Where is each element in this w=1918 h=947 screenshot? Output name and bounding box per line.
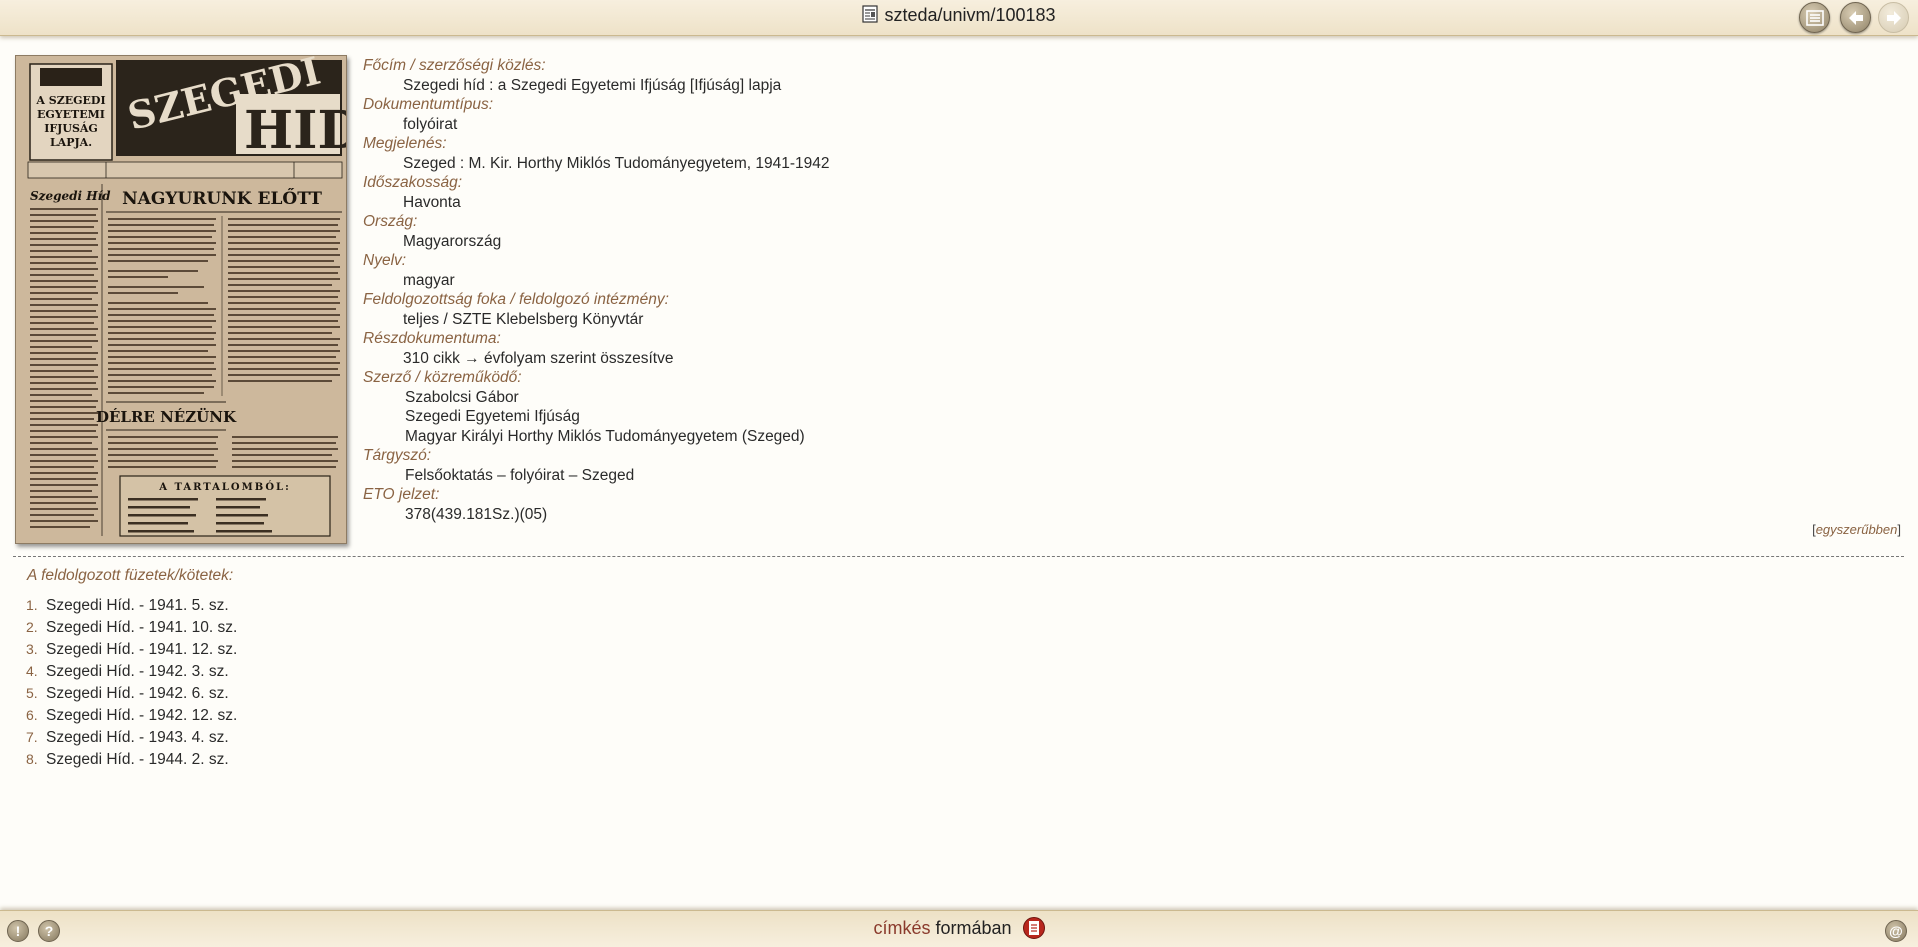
field-value: Szegedi híd : a Szegedi Egyetemi Ifjúság… bbox=[403, 76, 782, 94]
list-item-number: 2. bbox=[26, 619, 38, 635]
column-head: Szegedi Híd bbox=[30, 189, 111, 203]
email-button[interactable]: @ bbox=[1885, 920, 1907, 942]
pdf-icon[interactable] bbox=[1022, 917, 1045, 939]
field-label: Szerző / közreműködő: bbox=[363, 369, 522, 386]
masthead-left-line: EGYETEMI bbox=[37, 108, 105, 121]
field-label: Dokumentumtípus: bbox=[363, 96, 494, 113]
list-item-label[interactable]: Szegedi Híd. - 1941. 5. sz. bbox=[46, 597, 229, 614]
list-item-label[interactable]: Szegedi Híd. - 1941. 12. sz. bbox=[46, 641, 237, 658]
field-value: Felsőoktatás – folyóirat – Szeged bbox=[405, 466, 635, 484]
back-button[interactable] bbox=[1840, 2, 1871, 33]
email-icon: @ bbox=[1889, 923, 1903, 939]
list-item-number: 8. bbox=[26, 751, 38, 767]
format-label: formában bbox=[935, 918, 1012, 938]
record-details: Főcím / szerzőségi közlés: Szegedi híd : … bbox=[363, 56, 1163, 524]
field-label: Megjelenés: bbox=[363, 135, 447, 152]
record-id-title: szteda/univm/100183 bbox=[0, 5, 1918, 26]
section-divider bbox=[13, 556, 1904, 557]
list-item-label[interactable]: Szegedi Híd. - 1943. 4. sz. bbox=[46, 729, 229, 746]
masthead-left-line: A SZEGEDI bbox=[35, 94, 105, 107]
field-value: Szabolcsi Gábor bbox=[405, 388, 519, 406]
list-item[interactable]: 6. Szegedi Híd. - 1942. 12. sz. bbox=[26, 704, 237, 726]
field-value: Magyar Királyi Horthy Miklós Tudományegy… bbox=[405, 427, 805, 445]
field-label: Főcím / szerzőségi közlés: bbox=[363, 57, 546, 74]
list-item[interactable]: 7. Szegedi Híd. - 1943. 4. sz. bbox=[26, 726, 237, 748]
contents-head: A TARTALOMBÓL: bbox=[158, 481, 291, 493]
list-item-number: 3. bbox=[26, 641, 38, 657]
record-id: szteda/univm/100183 bbox=[884, 5, 1056, 25]
masthead-left-line: LAPJA. bbox=[50, 136, 92, 149]
cover-thumbnail[interactable]: A SZEGEDI EGYETEMI IFJUSÁG LAPJA. SZEGED… bbox=[15, 55, 347, 544]
masthead-title-2: HID bbox=[244, 100, 346, 161]
field-label: Időszakosság: bbox=[363, 174, 463, 191]
list-item[interactable]: 1. Szegedi Híd. - 1941. 5. sz. bbox=[26, 594, 237, 616]
field-value: Magyarország bbox=[403, 232, 502, 250]
bottom-bar: ! ? címkés formában @ bbox=[0, 910, 1918, 947]
list-item-number: 1. bbox=[26, 597, 38, 613]
format-labeled-link[interactable]: címkés bbox=[873, 918, 930, 938]
list-item-number: 5. bbox=[26, 685, 38, 701]
masthead-left-line: IFJUSÁG bbox=[44, 121, 98, 135]
list-item-label[interactable]: Szegedi Híd. - 1942. 12. sz. bbox=[46, 707, 237, 724]
field-value: folyóirat bbox=[403, 115, 458, 133]
list-item[interactable]: 4. Szegedi Híd. - 1942. 3. sz. bbox=[26, 660, 237, 682]
simpler-view: [egyszerűbben] bbox=[1812, 522, 1901, 537]
field-label: Nyelv: bbox=[363, 252, 407, 269]
format-switch: címkés formában bbox=[0, 917, 1918, 939]
field-value: magyar bbox=[403, 271, 455, 289]
volume-list: 1. Szegedi Híd. - 1941. 5. sz. 2. Szegedi H… bbox=[26, 594, 237, 770]
field-value: 310 cikk → évfolyam szerint összesítve bbox=[403, 349, 674, 367]
list-item-number: 7. bbox=[26, 729, 38, 745]
list-item-label[interactable]: Szegedi Híd. - 1941. 10. sz. bbox=[46, 619, 237, 636]
field-value: Szeged : M. Kir. Horthy Miklós Tudománye… bbox=[403, 154, 830, 172]
field-label: ETO jelzet: bbox=[363, 486, 440, 503]
field-label: Ország: bbox=[363, 213, 418, 230]
list-item[interactable]: 8. Szegedi Híd. - 1944. 2. sz. bbox=[26, 748, 237, 770]
volumes-title: A feldolgozott füzetek/kötetek: bbox=[27, 567, 234, 584]
list-item-label[interactable]: Szegedi Híd. - 1942. 6. sz. bbox=[46, 685, 229, 702]
list-item[interactable]: 2. Szegedi Híd. - 1941. 10. sz. bbox=[26, 616, 237, 638]
list-item-label[interactable]: Szegedi Híd. - 1944. 2. sz. bbox=[46, 751, 229, 768]
document-icon bbox=[862, 5, 879, 23]
top-bar: szteda/univm/100183 bbox=[0, 0, 1918, 36]
field-label: Tárgyszó: bbox=[363, 447, 432, 464]
simpler-view-link[interactable]: egyszerűbben bbox=[1816, 522, 1898, 537]
list-view-button[interactable] bbox=[1799, 2, 1830, 33]
field-value: Szegedi Egyetemi Ifjúság bbox=[405, 408, 580, 425]
list-item-number: 4. bbox=[26, 663, 38, 679]
forward-button[interactable] bbox=[1878, 2, 1909, 33]
list-item[interactable]: 3. Szegedi Híd. - 1941. 12. sz. bbox=[26, 638, 237, 660]
headline-1: NAGYURUNK ELŐTT bbox=[122, 188, 322, 209]
list-item-number: 6. bbox=[26, 707, 38, 723]
field-value: 378(439.181Sz.)(05) bbox=[405, 505, 548, 523]
list-item[interactable]: 5. Szegedi Híd. - 1942. 6. sz. bbox=[26, 682, 237, 704]
field-value: teljes / SZTE Klebelsberg Könyvtár bbox=[403, 310, 644, 328]
field-value: Havonta bbox=[403, 193, 461, 211]
field-label: Feldolgozottság foka / feldolgozó intézm… bbox=[363, 291, 669, 308]
headline-2: DÉLRE NÉZÜNK bbox=[96, 407, 237, 426]
list-item-label[interactable]: Szegedi Híd. - 1942. 3. sz. bbox=[46, 663, 229, 680]
field-label: Részdokumentuma: bbox=[363, 330, 501, 347]
